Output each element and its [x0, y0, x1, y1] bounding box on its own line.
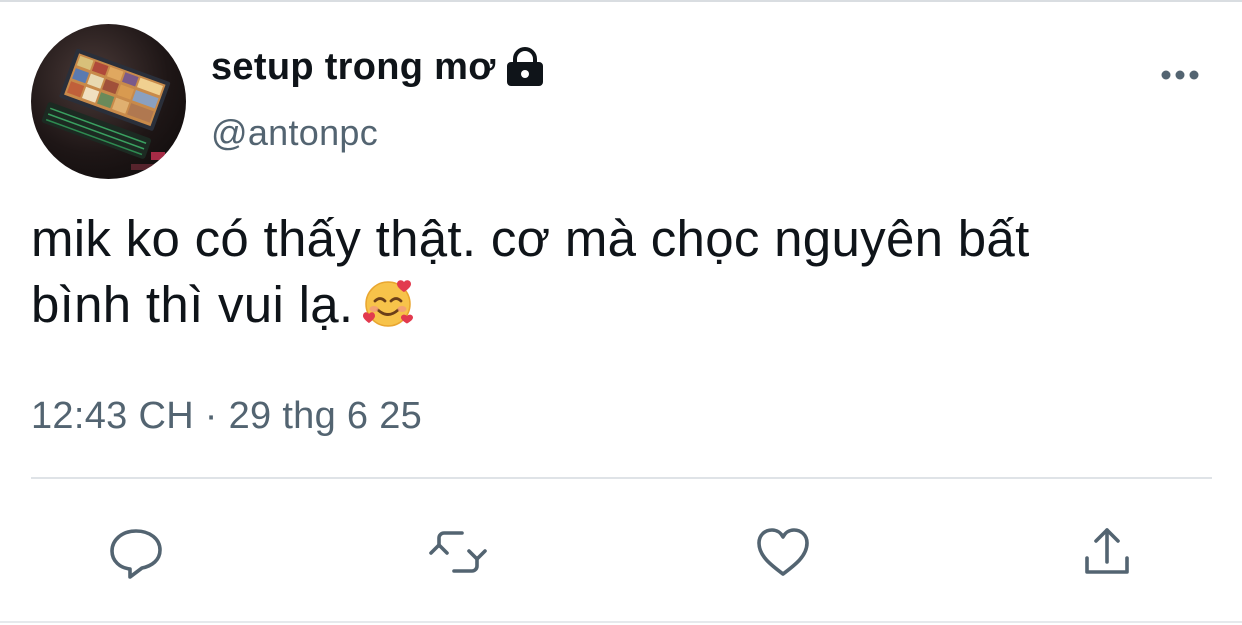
retweet-button[interactable]: [426, 520, 490, 584]
display-name-text: setup trong mơ: [211, 45, 496, 88]
share-icon: [1085, 528, 1129, 574]
tweet-text: mik ko có thấy thật. cơ mà chọc nguyên b…: [31, 206, 1211, 338]
smiling-face-with-hearts-icon: [361, 276, 415, 330]
bottom-border: [0, 621, 1242, 623]
avatar[interactable]: [31, 24, 186, 179]
like-icon: [757, 528, 809, 576]
top-border: [0, 0, 1242, 2]
share-button[interactable]: [1075, 520, 1139, 584]
reply-button[interactable]: [104, 520, 168, 584]
retweet-icon: [429, 531, 487, 573]
tweet-timestamp[interactable]: 12:43 CH · 29 thg 6 25: [31, 395, 422, 438]
like-button[interactable]: [751, 520, 815, 584]
author-handle[interactable]: @antonpc: [211, 112, 378, 154]
author-display-name[interactable]: setup trong mơ: [211, 42, 546, 92]
divider: [31, 477, 1212, 479]
tweet-text-line-2: bình thì vui lạ.: [31, 272, 1211, 338]
tweet-text-line-1: mik ko có thấy thật. cơ mà chọc nguyên b…: [31, 210, 1030, 267]
reply-icon: [110, 529, 162, 579]
avatar-photo: [41, 48, 171, 170]
more-options-icon[interactable]: [1154, 60, 1206, 90]
lock-icon: [504, 47, 546, 87]
tweet-text-line-2-text: bình thì vui lạ.: [31, 276, 354, 333]
